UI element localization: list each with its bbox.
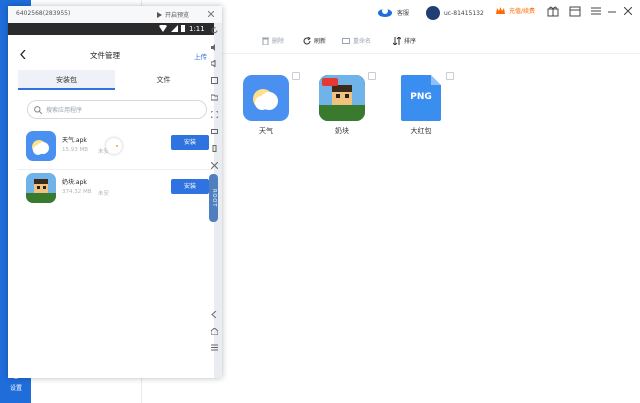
weather-icon [26,131,56,161]
play-icon [157,11,162,18]
game-icon [26,173,56,203]
settings-label: 设置 [9,385,22,392]
loading-spinner [106,138,122,154]
minimize-icon[interactable] [608,7,616,15]
refresh-button[interactable]: 刷新 [303,36,326,45]
service-link[interactable]: 客服 [377,6,409,18]
install-button[interactable]: 安装 [171,179,209,194]
rotate-icon[interactable] [210,26,218,35]
install-status: 未安 [98,191,110,197]
app-size: 15.93 MB [62,147,89,153]
headset-icon [378,8,392,17]
refresh-label: 刷新 [314,38,327,45]
fullscreen-icon[interactable] [210,76,218,85]
tab-files[interactable]: 文件 [115,70,212,90]
close-icon[interactable] [624,7,632,15]
close-icon[interactable] [208,11,214,17]
file-tile[interactable]: PNG 大红包 [393,75,449,136]
store-icon[interactable] [569,6,581,17]
rename-icon [342,37,350,44]
divider [18,169,212,170]
volume-down-icon[interactable] [210,59,218,68]
phone-title-bar: 6402568(283955) 开启预览 [8,6,222,23]
sort-button[interactable]: 排序 [393,36,416,45]
gift-icon[interactable] [547,6,559,17]
upload-button[interactable]: 上传 [194,51,207,61]
preview-toggle[interactable]: 开启预览 [157,10,189,19]
sort-icon [393,36,401,45]
root-toggle[interactable]: ROOT [209,174,218,222]
search-icon [34,105,42,114]
menu-icon[interactable] [591,7,601,15]
user-id: uc-81415132 [444,9,484,17]
install-button[interactable]: 安装 [171,135,209,150]
file-tile[interactable]: 天气 [238,75,294,136]
delete-button[interactable]: 删除 [262,36,284,45]
sort-label: 排序 [404,38,417,45]
refresh-icon [303,36,311,44]
tab-packages[interactable]: 安装包 [18,70,115,90]
delete-label: 删除 [272,38,285,45]
avatar [426,6,440,20]
shake-icon[interactable] [210,144,218,153]
weather-icon [243,75,289,121]
file-checkbox[interactable] [446,72,454,80]
back-nav-icon[interactable] [210,310,218,319]
app-size: 374.32 MB [62,189,92,195]
list-item: 天气.apk 15.93 MB 未安 安装 [18,131,212,167]
menu-icon[interactable] [210,343,218,352]
home-icon[interactable] [210,327,218,336]
preview-label: 开启预览 [165,12,190,19]
list-item: 奶块.apk 374.32 MB 未安 安装 [18,173,212,209]
wifi-icon [159,25,167,32]
trash-icon [262,37,269,45]
search-placeholder: 搜索应用程序 [46,107,83,114]
back-icon[interactable] [20,50,26,59]
recharge-label: 充值/续费 [509,8,536,15]
service-label: 客服 [397,9,410,17]
file-checkbox[interactable] [292,72,300,80]
screenshot-icon[interactable] [210,110,218,119]
file-label: 奶块 [335,127,349,135]
phone-status-bar: 1:11 [8,23,214,35]
app-name: 天气.apk [62,137,87,144]
status-time: 1:11 [189,25,205,33]
png-icon: PNG [401,75,441,121]
folder-icon[interactable] [210,93,218,102]
keyboard-icon[interactable] [210,127,218,136]
user-account[interactable]: uc-81415132 [426,6,484,20]
file-tile[interactable]: 奶块 [314,75,370,136]
search-input[interactable]: 搜索应用程序 [27,100,207,119]
crown-icon [496,6,505,14]
signal-icon [171,25,178,32]
tab-bar: 安装包 文件 [18,70,212,90]
device-id: 6402568(283955) [16,10,71,17]
file-label: 大红包 [410,127,432,135]
phone-window: 6402568(283955) 开启预览 1:11 文件管理 上传 安装包 文件… [8,6,222,378]
rename-button[interactable]: 重命名 [342,36,371,45]
app-name: 奶块.apk [62,179,87,186]
rename-label: 重命名 [353,38,372,45]
file-checkbox[interactable] [368,72,376,80]
file-label: 天气 [259,127,273,135]
battery-icon [181,25,185,32]
app-header: 文件管理 上传 [18,44,212,66]
volume-up-icon[interactable] [210,43,218,52]
png-badge: PNG [410,92,432,102]
game-icon [319,75,365,121]
page-title: 文件管理 [90,51,120,60]
recharge-button[interactable]: 充值/续费 [496,6,535,15]
scissors-icon[interactable] [210,161,218,170]
